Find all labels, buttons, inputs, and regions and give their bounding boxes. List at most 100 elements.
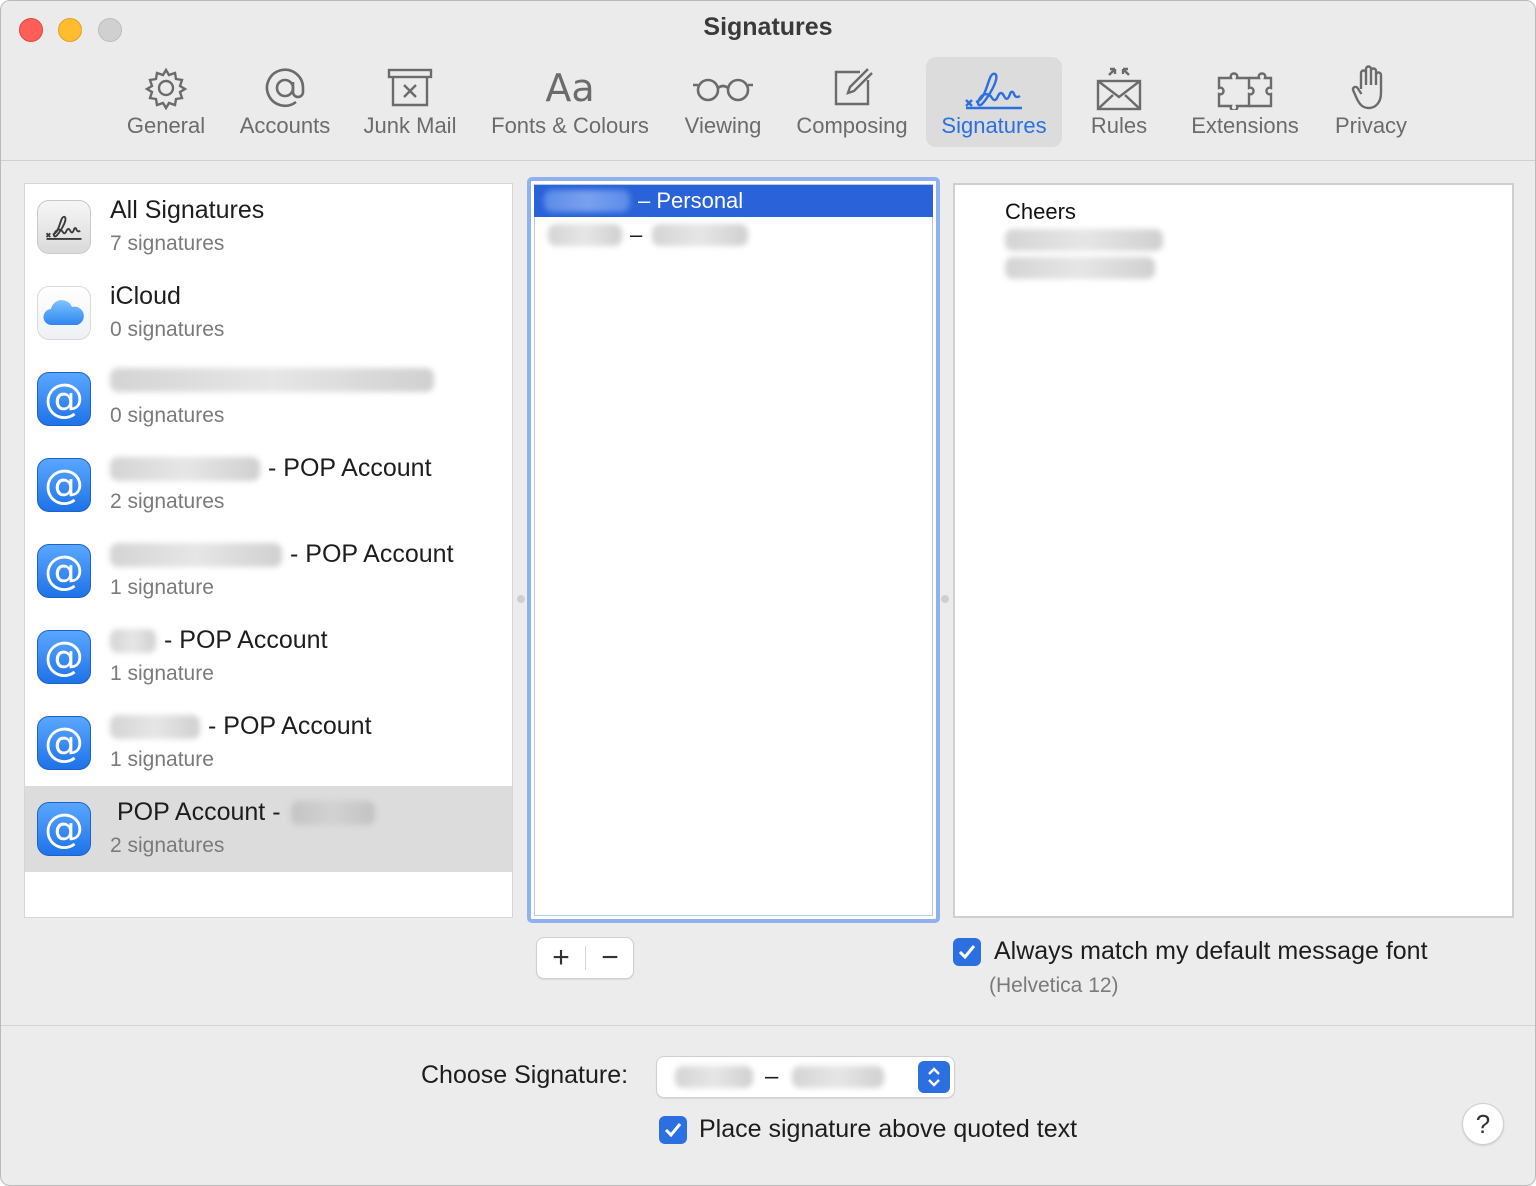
select-value-separator: –	[765, 1063, 779, 1090]
add-signature-button[interactable]: +	[537, 938, 585, 978]
at-icon: @	[37, 458, 91, 512]
redacted-text	[652, 224, 749, 246]
signature-name: – Personal	[638, 188, 744, 213]
default-font-note: (Helvetica 12)	[989, 974, 1119, 997]
signature-name: –	[630, 222, 643, 247]
tab-label: Rules	[1090, 113, 1148, 138]
account-item-pop-4[interactable]: @ - POP Account 1 signature	[25, 700, 512, 786]
tab-label: General	[126, 113, 206, 138]
redacted-text	[1005, 229, 1163, 251]
account-name: All Signatures	[110, 196, 265, 224]
signature-icon	[926, 65, 1062, 111]
glasses-icon	[673, 65, 773, 111]
tab-label: Extensions	[1191, 113, 1299, 138]
redacted-text	[110, 456, 260, 481]
signature-list[interactable]: – Personal –	[527, 177, 940, 923]
signature-count: 2 signatures	[110, 490, 225, 513]
tab-rules[interactable]: Rules	[1077, 57, 1161, 147]
signature-count: 0 signatures	[110, 404, 225, 427]
compose-icon	[787, 65, 917, 111]
window-title: Signatures	[703, 13, 833, 41]
signatures-preferences-window: Signatures General Accounts Junk Mail Aa…	[0, 0, 1536, 1186]
toolbar: Signatures General Accounts Junk Mail Aa…	[1, 1, 1535, 161]
tab-viewing[interactable]: Viewing	[673, 57, 773, 147]
place-above-label: Place signature above quoted text	[699, 1115, 1078, 1143]
redacted-text	[792, 1066, 885, 1088]
envelope-rules-icon	[1077, 65, 1161, 111]
junk-tray-icon	[353, 65, 467, 111]
tab-label: Accounts	[239, 113, 331, 138]
place-above-checkbox[interactable]	[659, 1116, 687, 1144]
at-icon: @	[37, 372, 91, 426]
preferences-tabs: General Accounts Junk Mail Aa Fonts & Co…	[1, 57, 1535, 147]
at-icon	[227, 65, 343, 111]
account-name-suffix: - POP Account	[290, 540, 454, 568]
tab-general[interactable]: General	[118, 57, 214, 147]
signature-editor[interactable]: Cheers	[953, 183, 1514, 918]
account-item-pop-1[interactable]: @ - POP Account 2 signatures	[25, 442, 512, 528]
account-item-pop-2[interactable]: @ - POP Account 1 signature	[25, 528, 512, 614]
match-font-label: Always match my default message font	[994, 937, 1428, 965]
account-name	[110, 368, 434, 392]
tab-junk-mail[interactable]: Junk Mail	[353, 57, 467, 147]
account-item-email[interactable]: @ 0 signatures	[25, 356, 512, 442]
account-name: iCloud	[110, 282, 181, 310]
match-font-checkbox[interactable]	[953, 938, 981, 966]
signature-count: 2 signatures	[110, 834, 225, 857]
puzzle-icon	[1181, 65, 1309, 111]
tab-label: Viewing	[684, 113, 762, 138]
signature-count: 1 signature	[110, 662, 214, 685]
choose-signature-label: Choose Signature:	[421, 1061, 629, 1089]
account-name: - POP Account	[110, 454, 432, 483]
redacted-text	[548, 224, 622, 246]
add-remove-control: + −	[536, 937, 634, 979]
icloud-icon	[37, 286, 91, 340]
gear-icon	[118, 65, 214, 111]
signature-text-line: Cheers	[1005, 199, 1076, 224]
account-name-suffix: - POP Account	[268, 454, 432, 482]
at-icon: @	[37, 716, 91, 770]
tab-label: Signatures	[941, 113, 1047, 138]
checkmark-icon	[958, 945, 976, 960]
signature-icon	[37, 200, 91, 254]
font-icon: Aa	[545, 66, 595, 110]
redacted-text	[110, 368, 434, 392]
account-item-pop-selected[interactable]: @ POP Account - 2 signatures	[25, 786, 512, 872]
account-name: - POP Account	[110, 712, 372, 741]
redacted-text	[675, 1066, 753, 1088]
signature-list-border	[534, 184, 933, 916]
choose-signature-select[interactable]: –	[656, 1056, 955, 1098]
account-name-suffix: - POP Account	[208, 712, 372, 740]
account-name: - POP Account	[110, 540, 454, 569]
signature-count: 0 signatures	[110, 318, 225, 341]
redacted-text	[110, 542, 282, 567]
split-view-handle[interactable]	[941, 595, 949, 603]
tab-extensions[interactable]: Extensions	[1181, 57, 1309, 147]
signature-item-2[interactable]: –	[534, 219, 933, 251]
tab-label: Composing	[796, 113, 908, 138]
at-icon: @	[37, 544, 91, 598]
redacted-text	[544, 190, 630, 212]
signature-item-personal[interactable]: – Personal	[534, 185, 933, 217]
tab-accounts[interactable]: Accounts	[227, 57, 343, 147]
account-list[interactable]: All Signatures 7 signatures iCloud 0 sig…	[24, 183, 513, 918]
tab-fonts-colours[interactable]: Aa Fonts & Colours	[479, 57, 661, 147]
tab-label: Privacy	[1334, 113, 1408, 138]
account-name: POP Account -	[117, 798, 375, 827]
account-item-pop-3[interactable]: @ - POP Account 1 signature	[25, 614, 512, 700]
tab-privacy[interactable]: Privacy	[1325, 57, 1417, 147]
redacted-text	[290, 800, 375, 825]
split-view-handle[interactable]	[517, 595, 525, 603]
remove-signature-button[interactable]: −	[586, 938, 634, 978]
signature-count: 1 signature	[110, 748, 214, 771]
tab-signatures[interactable]: Signatures	[926, 57, 1062, 147]
account-item-icloud[interactable]: iCloud 0 signatures	[25, 270, 512, 356]
tab-composing[interactable]: Composing	[787, 57, 917, 147]
tab-label: Junk Mail	[363, 113, 457, 138]
updown-chevron-icon	[918, 1061, 950, 1093]
tab-label: Fonts & Colours	[491, 113, 649, 138]
account-name-suffix: - POP Account	[164, 626, 328, 654]
redacted-text	[110, 628, 156, 653]
help-button[interactable]: ?	[1462, 1103, 1504, 1145]
account-item-all-signatures[interactable]: All Signatures 7 signatures	[25, 184, 512, 270]
